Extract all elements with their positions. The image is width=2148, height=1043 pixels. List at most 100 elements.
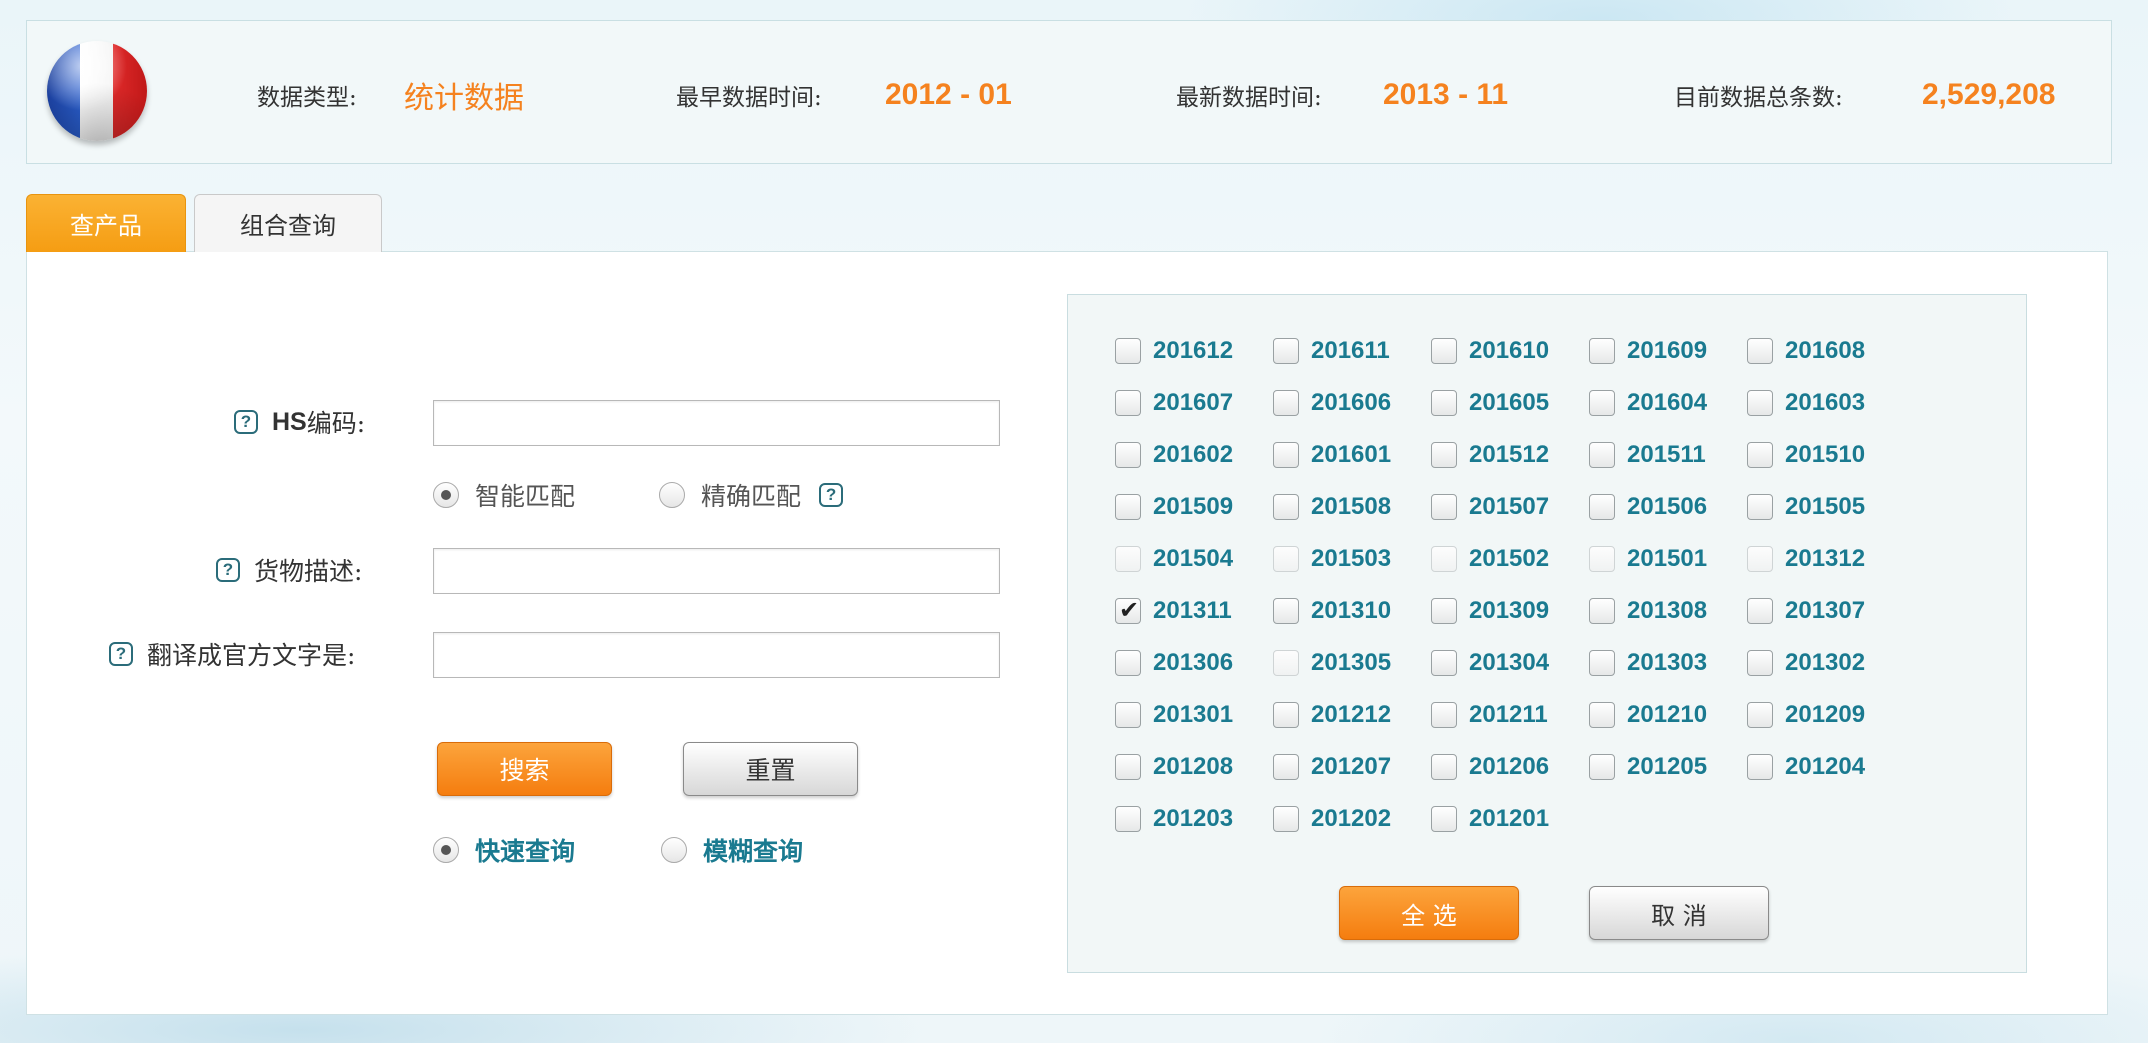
checkbox-unchecked-icon[interactable] <box>1431 442 1457 468</box>
goods-description-input[interactable] <box>433 548 1000 594</box>
month-checkbox-item[interactable]: 201502 <box>1431 545 1549 573</box>
checkbox-unchecked-icon[interactable] <box>1115 338 1141 364</box>
checkbox-unchecked-icon[interactable] <box>1431 546 1457 572</box>
checkbox-unchecked-icon[interactable] <box>1273 546 1299 572</box>
month-checkbox-item[interactable]: 201504 <box>1115 545 1233 573</box>
month-checkbox-item[interactable]: 201508 <box>1273 493 1391 521</box>
checkbox-unchecked-icon[interactable] <box>1115 702 1141 728</box>
checkbox-unchecked-icon[interactable] <box>1115 650 1141 676</box>
radio-selected-icon[interactable] <box>433 837 459 863</box>
quick-query-radio[interactable]: 快速查询 <box>433 832 575 868</box>
exact-match-radio[interactable]: 精确匹配 ? <box>659 477 844 513</box>
month-checkbox-item[interactable]: 201204 <box>1747 753 1865 781</box>
month-checkbox-item[interactable]: 201506 <box>1589 493 1707 521</box>
hs-code-input[interactable] <box>433 400 1000 446</box>
checkbox-unchecked-icon[interactable] <box>1431 598 1457 624</box>
checkbox-unchecked-icon[interactable] <box>1747 494 1773 520</box>
month-checkbox-item[interactable]: 201511 <box>1589 441 1706 469</box>
tab-combined-query[interactable]: 组合查询 <box>194 194 382 252</box>
month-checkbox-item[interactable]: 201306 <box>1115 649 1233 677</box>
month-checkbox-item[interactable]: 201310 <box>1273 597 1391 625</box>
month-checkbox-item[interactable]: 201202 <box>1273 805 1391 833</box>
checkbox-unchecked-icon[interactable] <box>1115 494 1141 520</box>
month-checkbox-item[interactable]: 201207 <box>1273 753 1391 781</box>
checkbox-unchecked-icon[interactable] <box>1115 442 1141 468</box>
month-checkbox-item[interactable]: 201606 <box>1273 389 1391 417</box>
month-checkbox-item[interactable]: 201205 <box>1589 753 1707 781</box>
help-icon[interactable]: ? <box>109 642 133 666</box>
checkbox-unchecked-icon[interactable] <box>1273 702 1299 728</box>
month-checkbox-item[interactable]: 201303 <box>1589 649 1707 677</box>
select-all-button[interactable]: 全 选 <box>1339 886 1519 940</box>
checkbox-unchecked-icon[interactable] <box>1115 546 1141 572</box>
checkbox-unchecked-icon[interactable] <box>1273 494 1299 520</box>
month-checkbox-item[interactable]: 201505 <box>1747 493 1865 521</box>
month-checkbox-item[interactable]: 201605 <box>1431 389 1549 417</box>
checkbox-unchecked-icon[interactable] <box>1431 650 1457 676</box>
month-checkbox-item[interactable]: 201208 <box>1115 753 1233 781</box>
month-checkbox-item[interactable]: 201610 <box>1431 337 1549 365</box>
month-checkbox-item[interactable]: 201206 <box>1431 753 1549 781</box>
month-checkbox-item[interactable]: 201308 <box>1589 597 1707 625</box>
tab-product-search[interactable]: 查产品 <box>26 194 186 252</box>
month-checkbox-item[interactable]: 201304 <box>1431 649 1549 677</box>
fuzzy-query-radio[interactable]: 模糊查询 <box>661 832 803 868</box>
checkbox-unchecked-icon[interactable] <box>1431 806 1457 832</box>
month-checkbox-item[interactable]: 201312 <box>1747 545 1865 573</box>
checkbox-unchecked-icon[interactable] <box>1747 338 1773 364</box>
radio-unselected-icon[interactable] <box>659 482 685 508</box>
month-checkbox-item[interactable]: 201305 <box>1273 649 1391 677</box>
checkbox-unchecked-icon[interactable] <box>1273 338 1299 364</box>
month-checkbox-item[interactable]: 201302 <box>1747 649 1865 677</box>
month-checkbox-item[interactable]: 201601 <box>1273 441 1391 469</box>
help-icon[interactable]: ? <box>819 483 844 507</box>
reset-button[interactable]: 重置 <box>683 742 858 796</box>
help-icon[interactable]: ? <box>234 410 258 434</box>
checkbox-unchecked-icon[interactable] <box>1273 442 1299 468</box>
radio-unselected-icon[interactable] <box>661 837 687 863</box>
month-checkbox-item[interactable]: 201602 <box>1115 441 1233 469</box>
checkbox-checked-icon[interactable] <box>1115 596 1141 624</box>
checkbox-unchecked-icon[interactable] <box>1431 754 1457 780</box>
checkbox-unchecked-icon[interactable] <box>1431 390 1457 416</box>
month-checkbox-item[interactable]: 201507 <box>1431 493 1549 521</box>
month-checkbox-item[interactable]: 201201 <box>1431 805 1549 833</box>
month-checkbox-item[interactable]: 201301 <box>1115 701 1233 729</box>
month-checkbox-item[interactable]: 201209 <box>1747 701 1865 729</box>
checkbox-unchecked-icon[interactable] <box>1589 650 1615 676</box>
checkbox-unchecked-icon[interactable] <box>1115 754 1141 780</box>
cancel-selection-button[interactable]: 取 消 <box>1589 886 1769 940</box>
checkbox-unchecked-icon[interactable] <box>1747 754 1773 780</box>
checkbox-unchecked-icon[interactable] <box>1589 338 1615 364</box>
help-icon[interactable]: ? <box>216 558 240 582</box>
checkbox-unchecked-icon[interactable] <box>1115 390 1141 416</box>
checkbox-unchecked-icon[interactable] <box>1747 598 1773 624</box>
checkbox-unchecked-icon[interactable] <box>1431 702 1457 728</box>
month-checkbox-item[interactable]: 201603 <box>1747 389 1865 417</box>
month-checkbox-item[interactable]: 201607 <box>1115 389 1233 417</box>
checkbox-unchecked-icon[interactable] <box>1431 494 1457 520</box>
month-checkbox-item[interactable]: 201509 <box>1115 493 1233 521</box>
month-checkbox-item[interactable]: 201503 <box>1273 545 1391 573</box>
month-checkbox-item[interactable]: 201510 <box>1747 441 1865 469</box>
checkbox-unchecked-icon[interactable] <box>1273 650 1299 676</box>
checkbox-unchecked-icon[interactable] <box>1589 390 1615 416</box>
official-translation-input[interactable] <box>433 632 1000 678</box>
checkbox-unchecked-icon[interactable] <box>1747 650 1773 676</box>
month-checkbox-item[interactable]: 201307 <box>1747 597 1865 625</box>
checkbox-unchecked-icon[interactable] <box>1273 390 1299 416</box>
checkbox-unchecked-icon[interactable] <box>1589 494 1615 520</box>
month-checkbox-item[interactable]: 201212 <box>1273 701 1391 729</box>
month-checkbox-item[interactable]: 201211 <box>1431 701 1548 729</box>
checkbox-unchecked-icon[interactable] <box>1273 598 1299 624</box>
checkbox-unchecked-icon[interactable] <box>1747 390 1773 416</box>
checkbox-unchecked-icon[interactable] <box>1747 442 1773 468</box>
checkbox-unchecked-icon[interactable] <box>1589 442 1615 468</box>
checkbox-unchecked-icon[interactable] <box>1431 338 1457 364</box>
month-checkbox-item[interactable]: 201203 <box>1115 805 1233 833</box>
radio-selected-icon[interactable] <box>433 482 459 508</box>
month-checkbox-item[interactable]: 201604 <box>1589 389 1707 417</box>
checkbox-unchecked-icon[interactable] <box>1273 754 1299 780</box>
smart-match-radio[interactable]: 智能匹配 <box>433 477 575 513</box>
month-checkbox-item[interactable]: 201609 <box>1589 337 1707 365</box>
